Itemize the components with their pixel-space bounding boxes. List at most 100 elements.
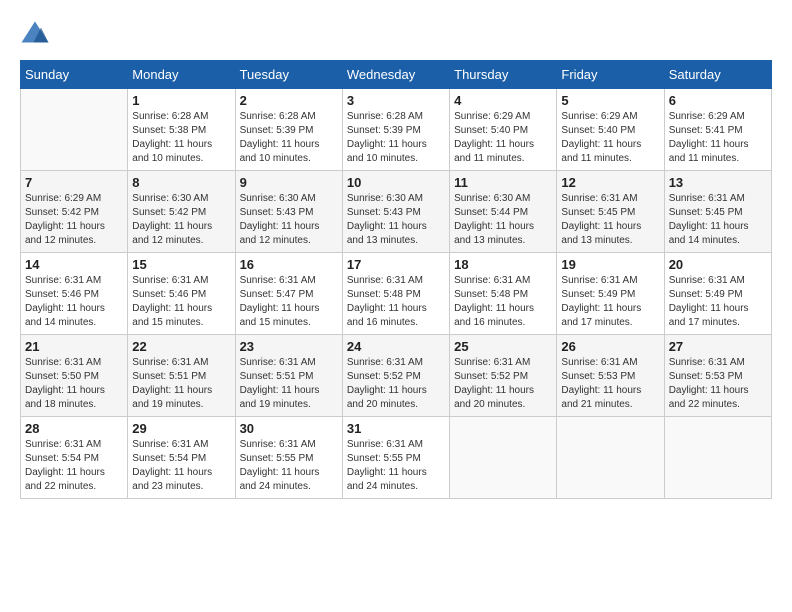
calendar-week-row: 7 Sunrise: 6:29 AM Sunset: 5:42 PM Daylig… [21, 171, 772, 253]
calendar-header-row: SundayMondayTuesdayWednesdayThursdayFrid… [21, 61, 772, 89]
day-info: Sunrise: 6:31 AM Sunset: 5:50 PM Dayligh… [25, 356, 123, 412]
day-info: Sunrise: 6:31 AM Sunset: 5:51 PM Dayligh… [132, 356, 230, 412]
calendar-cell: 9Sunrise: 6:30 AM Sunset: 5:43 PM Daylig… [235, 171, 342, 253]
calendar-cell: 29Sunrise: 6:31 AM Sunset: 5:54 PM Dayli… [128, 417, 235, 499]
day-info: Sunrise: 6:31 AM Sunset: 5:46 PM Dayligh… [132, 274, 230, 330]
calendar-cell: 12 Sunrise: 6:31 AM Sunset: 5:45 PM Dayli… [557, 171, 664, 253]
day-info: Sunrise: 6:31 AM Sunset: 5:54 PM Dayligh… [25, 438, 123, 494]
weekday-header-thursday: Thursday [450, 61, 557, 89]
day-number: 11 [454, 175, 552, 190]
day-info: Sunrise: 6:31 AM Sunset: 5:55 PM Dayligh… [240, 438, 338, 494]
day-info: Sunrise: 6:29 AM Sunset: 5:40 PM Dayligh… [561, 110, 659, 166]
day-number: 5 [561, 93, 659, 108]
day-number: 16 [240, 257, 338, 272]
calendar-table: SundayMondayTuesdayWednesdayThursdayFrid… [20, 60, 772, 499]
day-info: Sunrise: 6:30 AM Sunset: 5:44 PM Dayligh… [454, 192, 552, 248]
day-info: Sunrise: 6:31 AM Sunset: 5:53 PM Dayligh… [561, 356, 659, 412]
calendar-cell [557, 417, 664, 499]
calendar-cell: 14 Sunrise: 6:31 AM Sunset: 5:46 PM Dayli… [21, 253, 128, 335]
day-number: 28 [25, 421, 123, 436]
day-info: Sunrise: 6:28 AM Sunset: 5:39 PM Dayligh… [240, 110, 338, 166]
day-number: 15 [132, 257, 230, 272]
day-number: 30 [240, 421, 338, 436]
calendar-cell: 13 Sunrise: 6:31 AM Sunset: 5:45 PM Dayli… [664, 171, 771, 253]
calendar-cell: 11 Sunrise: 6:30 AM Sunset: 5:44 PM Dayli… [450, 171, 557, 253]
calendar-cell: 28 Sunrise: 6:31 AM Sunset: 5:54 PM Dayli… [21, 417, 128, 499]
day-number: 19 [561, 257, 659, 272]
day-number: 21 [25, 339, 123, 354]
day-number: 26 [561, 339, 659, 354]
calendar-cell: 8 Sunrise: 6:30 AM Sunset: 5:42 PM Daylig… [128, 171, 235, 253]
calendar-cell: 6Sunrise: 6:29 AM Sunset: 5:41 PM Daylig… [664, 89, 771, 171]
weekday-header-sunday: Sunday [21, 61, 128, 89]
weekday-header-tuesday: Tuesday [235, 61, 342, 89]
calendar-week-row: 14 Sunrise: 6:31 AM Sunset: 5:46 PM Dayli… [21, 253, 772, 335]
day-number: 24 [347, 339, 445, 354]
weekday-header-monday: Monday [128, 61, 235, 89]
day-info: Sunrise: 6:31 AM Sunset: 5:52 PM Dayligh… [347, 356, 445, 412]
weekday-header-saturday: Saturday [664, 61, 771, 89]
day-info: Sunrise: 6:30 AM Sunset: 5:43 PM Dayligh… [347, 192, 445, 248]
day-number: 25 [454, 339, 552, 354]
logo-icon [20, 20, 50, 50]
calendar-cell: 23 Sunrise: 6:31 AM Sunset: 5:51 PM Dayli… [235, 335, 342, 417]
day-info: Sunrise: 6:31 AM Sunset: 5:47 PM Dayligh… [240, 274, 338, 330]
calendar-week-row: 28 Sunrise: 6:31 AM Sunset: 5:54 PM Dayli… [21, 417, 772, 499]
day-number: 8 [132, 175, 230, 190]
calendar-cell: 2Sunrise: 6:28 AM Sunset: 5:39 PM Daylig… [235, 89, 342, 171]
calendar-cell: 5 Sunrise: 6:29 AM Sunset: 5:40 PM Daylig… [557, 89, 664, 171]
day-info: Sunrise: 6:31 AM Sunset: 5:55 PM Dayligh… [347, 438, 445, 494]
day-info: Sunrise: 6:31 AM Sunset: 5:48 PM Dayligh… [454, 274, 552, 330]
day-info: Sunrise: 6:31 AM Sunset: 5:49 PM Dayligh… [561, 274, 659, 330]
day-number: 14 [25, 257, 123, 272]
calendar-cell: 20Sunrise: 6:31 AM Sunset: 5:49 PM Dayli… [664, 253, 771, 335]
logo [20, 20, 54, 50]
calendar-cell: 21 Sunrise: 6:31 AM Sunset: 5:50 PM Dayli… [21, 335, 128, 417]
calendar-cell: 22 Sunrise: 6:31 AM Sunset: 5:51 PM Dayli… [128, 335, 235, 417]
day-info: Sunrise: 6:31 AM Sunset: 5:53 PM Dayligh… [669, 356, 767, 412]
day-number: 12 [561, 175, 659, 190]
day-number: 17 [347, 257, 445, 272]
calendar-cell: 30 Sunrise: 6:31 AM Sunset: 5:55 PM Dayli… [235, 417, 342, 499]
calendar-week-row: 21 Sunrise: 6:31 AM Sunset: 5:50 PM Dayli… [21, 335, 772, 417]
day-info: Sunrise: 6:28 AM Sunset: 5:39 PM Dayligh… [347, 110, 445, 166]
calendar-cell: 1Sunrise: 6:28 AM Sunset: 5:38 PM Daylig… [128, 89, 235, 171]
day-number: 3 [347, 93, 445, 108]
day-number: 6 [669, 93, 767, 108]
day-info: Sunrise: 6:30 AM Sunset: 5:43 PM Dayligh… [240, 192, 338, 248]
day-info: Sunrise: 6:31 AM Sunset: 5:52 PM Dayligh… [454, 356, 552, 412]
day-info: Sunrise: 6:29 AM Sunset: 5:40 PM Dayligh… [454, 110, 552, 166]
calendar-cell: 10Sunrise: 6:30 AM Sunset: 5:43 PM Dayli… [342, 171, 449, 253]
day-number: 13 [669, 175, 767, 190]
day-info: Sunrise: 6:31 AM Sunset: 5:48 PM Dayligh… [347, 274, 445, 330]
weekday-header-wednesday: Wednesday [342, 61, 449, 89]
day-info: Sunrise: 6:29 AM Sunset: 5:42 PM Dayligh… [25, 192, 123, 248]
calendar-cell: 31 Sunrise: 6:31 AM Sunset: 5:55 PM Dayli… [342, 417, 449, 499]
calendar-cell: 18Sunrise: 6:31 AM Sunset: 5:48 PM Dayli… [450, 253, 557, 335]
day-info: Sunrise: 6:31 AM Sunset: 5:45 PM Dayligh… [561, 192, 659, 248]
day-number: 4 [454, 93, 552, 108]
calendar-cell: 26 Sunrise: 6:31 AM Sunset: 5:53 PM Dayli… [557, 335, 664, 417]
day-info: Sunrise: 6:28 AM Sunset: 5:38 PM Dayligh… [132, 110, 230, 166]
calendar-cell: 25 Sunrise: 6:31 AM Sunset: 5:52 PM Dayli… [450, 335, 557, 417]
calendar-cell: 24 Sunrise: 6:31 AM Sunset: 5:52 PM Dayli… [342, 335, 449, 417]
weekday-header-friday: Friday [557, 61, 664, 89]
calendar-cell [664, 417, 771, 499]
day-number: 22 [132, 339, 230, 354]
page-header [20, 20, 772, 50]
calendar-cell: 4 Sunrise: 6:29 AM Sunset: 5:40 PM Daylig… [450, 89, 557, 171]
day-number: 29 [132, 421, 230, 436]
day-number: 23 [240, 339, 338, 354]
day-number: 7 [25, 175, 123, 190]
day-number: 31 [347, 421, 445, 436]
day-info: Sunrise: 6:31 AM Sunset: 5:45 PM Dayligh… [669, 192, 767, 248]
calendar-cell: 16 Sunrise: 6:31 AM Sunset: 5:47 PM Dayli… [235, 253, 342, 335]
day-info: Sunrise: 6:30 AM Sunset: 5:42 PM Dayligh… [132, 192, 230, 248]
calendar-cell: 17 Sunrise: 6:31 AM Sunset: 5:48 PM Dayli… [342, 253, 449, 335]
day-info: Sunrise: 6:31 AM Sunset: 5:49 PM Dayligh… [669, 274, 767, 330]
calendar-cell: 15 Sunrise: 6:31 AM Sunset: 5:46 PM Dayli… [128, 253, 235, 335]
day-info: Sunrise: 6:31 AM Sunset: 5:51 PM Dayligh… [240, 356, 338, 412]
calendar-cell: 27 Sunrise: 6:31 AM Sunset: 5:53 PM Dayli… [664, 335, 771, 417]
day-info: Sunrise: 6:31 AM Sunset: 5:46 PM Dayligh… [25, 274, 123, 330]
day-number: 27 [669, 339, 767, 354]
